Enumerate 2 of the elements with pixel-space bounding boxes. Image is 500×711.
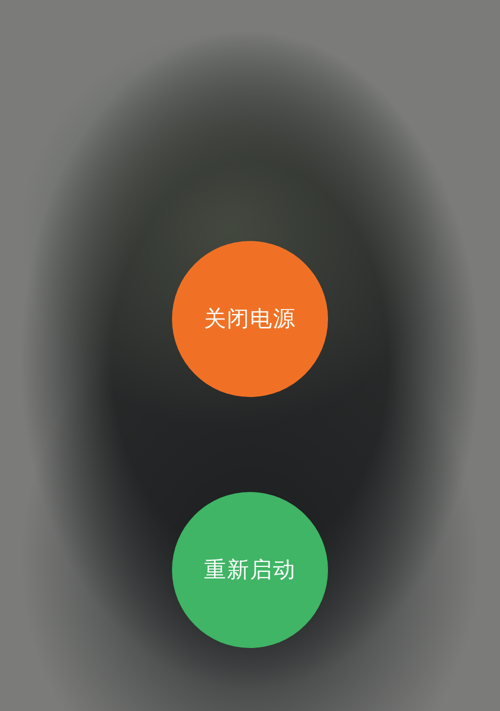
- power-off-button[interactable]: 关闭电源: [172, 241, 328, 397]
- restart-button[interactable]: 重新启动: [172, 492, 328, 648]
